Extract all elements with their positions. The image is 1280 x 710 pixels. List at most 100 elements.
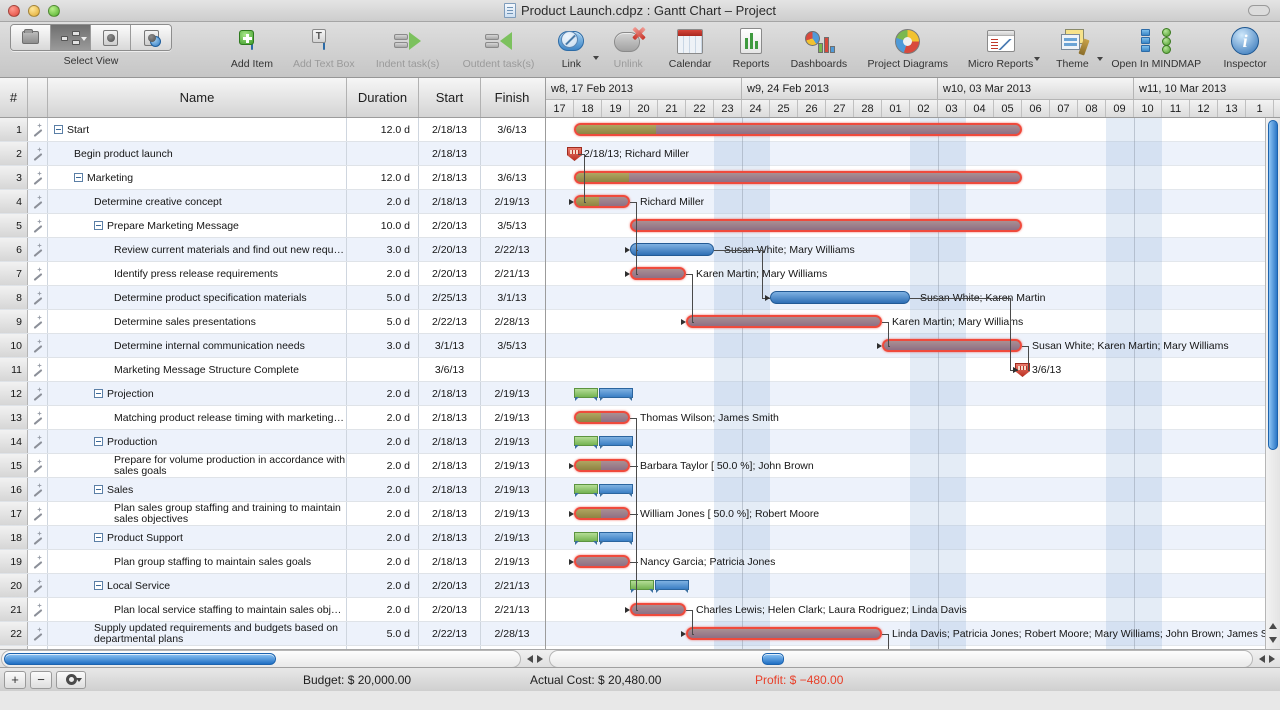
row-start-date[interactable]: 2/18/13 xyxy=(419,406,481,429)
row-type-icon-cell[interactable] xyxy=(28,382,48,405)
view-option-folder[interactable] xyxy=(11,25,51,50)
row-duration[interactable]: 3.0 d xyxy=(347,334,419,357)
row-start-date[interactable]: 2/20/13 xyxy=(419,262,481,285)
row-name-cell[interactable]: Product Support xyxy=(48,526,347,549)
row-finish-date[interactable]: 2/21/13 xyxy=(481,598,543,621)
scroll-left-icon[interactable] xyxy=(527,655,533,663)
row-duration[interactable]: 3.0 d xyxy=(347,238,419,261)
row-name-cell[interactable]: Marketing xyxy=(48,166,347,189)
row-name-cell[interactable]: Supply updated requirements and budgets … xyxy=(48,622,347,645)
scroll-right-icon[interactable] xyxy=(1269,655,1275,663)
row-finish-date[interactable]: 2/21/13 xyxy=(481,262,543,285)
row-duration[interactable]: 2.0 d xyxy=(347,574,419,597)
gantt-bar-critical[interactable] xyxy=(574,507,630,520)
task-table-body[interactable]: 1Start12.0 d2/18/133/6/132Begin product … xyxy=(0,118,545,649)
row-finish-date[interactable]: 3/5/13 xyxy=(481,646,543,649)
row-start-date[interactable]: 3/6/13 xyxy=(419,358,481,381)
row-name-cell[interactable]: Determine product specification material… xyxy=(48,286,347,309)
column-header-icon[interactable] xyxy=(28,78,48,117)
row-type-icon-cell[interactable] xyxy=(28,190,48,213)
row-type-icon-cell[interactable] xyxy=(28,262,48,285)
table-row[interactable]: 3Marketing12.0 d2/18/133/6/13 xyxy=(0,166,545,190)
table-row[interactable]: 14Production2.0 d2/18/132/19/13 xyxy=(0,430,545,454)
row-type-icon-cell[interactable] xyxy=(28,622,48,645)
row-finish-date[interactable]: 2/22/13 xyxy=(481,238,543,261)
row-name-cell[interactable]: Plan sales group staffing and training t… xyxy=(48,502,347,525)
gantt-bar-critical[interactable] xyxy=(574,123,1022,136)
row-type-icon-cell[interactable] xyxy=(28,574,48,597)
summary-bar-planned[interactable] xyxy=(574,436,598,446)
table-row[interactable]: 21Plan local service staffing to maintai… xyxy=(0,598,545,622)
gantt-bar[interactable] xyxy=(770,291,910,304)
scroll-left-icon[interactable] xyxy=(1259,655,1265,663)
row-start-date[interactable]: 2/20/13 xyxy=(419,598,481,621)
gantt-bar-critical[interactable] xyxy=(574,411,630,424)
row-duration[interactable]: 2.0 d xyxy=(347,406,419,429)
column-header-duration[interactable]: Duration xyxy=(347,78,419,117)
scroll-up-icon[interactable] xyxy=(1269,623,1277,629)
gantt-chart-area[interactable]: 2/18/13; Richard MillerRichard MillerSus… xyxy=(546,118,1280,649)
row-duration[interactable]: 10.0 d xyxy=(347,214,419,237)
table-row[interactable]: 23Updated plans and budgets approval3.0 … xyxy=(0,646,545,649)
row-finish-date[interactable]: 2/19/13 xyxy=(481,406,543,429)
gantt-bar-critical[interactable] xyxy=(686,627,882,640)
row-duration[interactable]: 5.0 d xyxy=(347,310,419,333)
row-duration[interactable]: 2.0 d xyxy=(347,454,419,477)
row-finish-date[interactable]: 3/5/13 xyxy=(481,214,543,237)
row-type-icon-cell[interactable] xyxy=(28,502,48,525)
row-type-icon-cell[interactable] xyxy=(28,334,48,357)
row-start-date[interactable]: 2/20/13 xyxy=(419,214,481,237)
table-row[interactable]: 9Determine sales presentations5.0 d2/22/… xyxy=(0,310,545,334)
gantt-vertical-scrollbar[interactable] xyxy=(1265,118,1280,649)
add-text-box-button[interactable]: T Add Text Box xyxy=(284,24,364,78)
row-finish-date[interactable]: 2/19/13 xyxy=(481,526,543,549)
row-name-cell[interactable]: Marketing Message Structure Complete xyxy=(48,358,347,381)
scroll-right-icon[interactable] xyxy=(537,655,543,663)
add-item-button[interactable]: Add Item xyxy=(220,24,284,78)
row-duration[interactable]: 2.0 d xyxy=(347,430,419,453)
column-header-number[interactable]: # xyxy=(0,78,28,117)
open-in-mindmap-button[interactable]: Open In MINDMAP xyxy=(1102,24,1210,78)
column-header-start[interactable]: Start xyxy=(419,78,481,117)
collapse-toggle-icon[interactable] xyxy=(54,125,63,134)
row-finish-date[interactable]: 2/19/13 xyxy=(481,430,543,453)
dashboards-button[interactable]: Dashboards xyxy=(781,24,857,78)
row-name-cell[interactable]: Prepare for volume production in accorda… xyxy=(48,454,347,477)
summary-bar-planned[interactable] xyxy=(574,388,598,398)
gantt-bar-critical[interactable] xyxy=(574,555,630,568)
row-duration[interactable]: 2.0 d xyxy=(347,382,419,405)
table-row[interactable]: 19Plan group staffing to maintain sales … xyxy=(0,550,545,574)
row-type-icon-cell[interactable] xyxy=(28,118,48,141)
row-start-date[interactable]: 2/20/13 xyxy=(419,574,481,597)
summary-bar-planned[interactable] xyxy=(574,484,598,494)
table-row[interactable]: 16Sales2.0 d2/18/132/19/13 xyxy=(0,478,545,502)
row-finish-date[interactable]: 3/6/13 xyxy=(481,166,543,189)
row-start-date[interactable]: 2/18/13 xyxy=(419,502,481,525)
collapse-toggle-icon[interactable] xyxy=(94,485,103,494)
row-duration[interactable]: 12.0 d xyxy=(347,118,419,141)
collapse-toggle-icon[interactable] xyxy=(74,173,83,182)
row-name-cell[interactable]: Start xyxy=(48,118,347,141)
row-name-cell[interactable]: Determine internal communication needs xyxy=(48,334,347,357)
row-type-icon-cell[interactable] xyxy=(28,142,48,165)
reports-button[interactable]: Reports xyxy=(721,24,781,78)
table-row[interactable]: 5Prepare Marketing Message10.0 d2/20/133… xyxy=(0,214,545,238)
row-duration[interactable]: 12.0 d xyxy=(347,166,419,189)
row-duration[interactable]: 2.0 d xyxy=(347,190,419,213)
row-name-cell[interactable]: Determine creative concept xyxy=(48,190,347,213)
row-type-icon-cell[interactable] xyxy=(28,310,48,333)
gantt-vertical-scroll-thumb[interactable] xyxy=(1268,120,1278,450)
table-scroll-thumb[interactable] xyxy=(4,653,276,665)
row-finish-date[interactable]: 2/21/13 xyxy=(481,574,543,597)
row-type-icon-cell[interactable] xyxy=(28,358,48,381)
inspector-button[interactable]: i Inspector xyxy=(1210,24,1280,78)
calendar-button[interactable]: Calendar xyxy=(659,24,721,78)
summary-bar[interactable] xyxy=(655,580,689,590)
row-duration[interactable]: 2.0 d xyxy=(347,478,419,501)
table-row[interactable]: 13Matching product release timing with m… xyxy=(0,406,545,430)
row-name-cell[interactable]: Prepare Marketing Message xyxy=(48,214,347,237)
table-row[interactable]: 7Identify press release requirements2.0 … xyxy=(0,262,545,286)
row-start-date[interactable]: 2/18/13 xyxy=(419,190,481,213)
micro-reports-button[interactable]: Micro Reports xyxy=(959,24,1043,78)
project-diagrams-button[interactable]: Project Diagrams xyxy=(857,24,959,78)
